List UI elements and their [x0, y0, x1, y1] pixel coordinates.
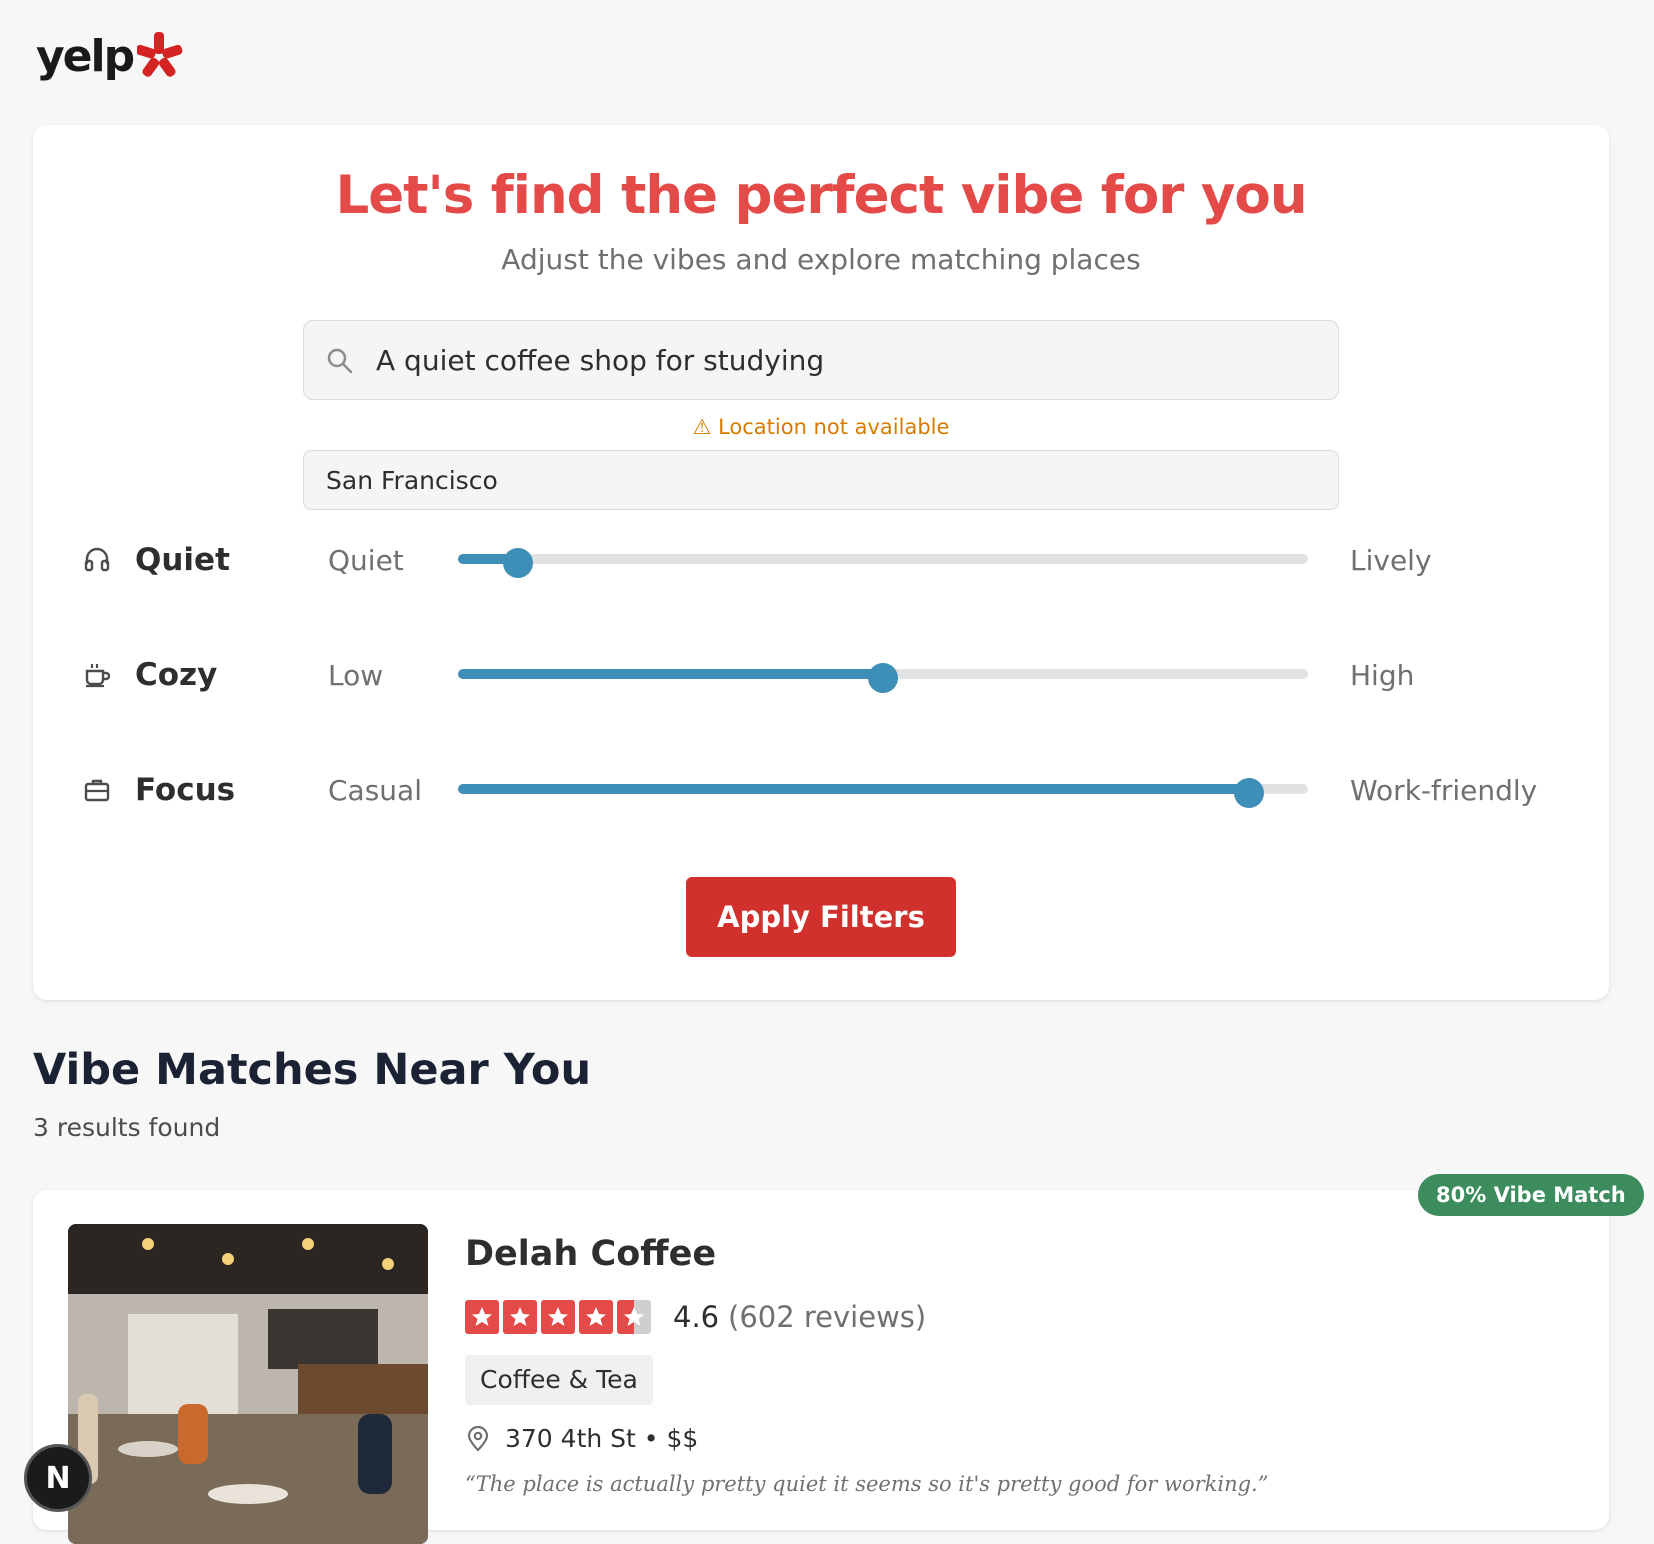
vibe-name: Quiet — [135, 542, 230, 578]
review-count[interactable]: (602 reviews) — [728, 1300, 926, 1334]
vibe-name: Cozy — [135, 657, 218, 693]
city-input[interactable] — [326, 451, 1316, 509]
slider-fill — [458, 669, 883, 679]
search-box[interactable] — [303, 320, 1339, 400]
page-title: Let's find the perfect vibe for you — [335, 165, 1307, 226]
vibe-low-label: Low — [328, 659, 384, 692]
category-tag[interactable]: Coffee & Tea — [465, 1355, 653, 1405]
vibe-name: Focus — [135, 772, 236, 808]
page-subtitle: Adjust the vibes and explore matching pl… — [501, 243, 1141, 276]
slider-thumb[interactable] — [1233, 778, 1264, 808]
results-count: 3 results found — [33, 1113, 221, 1142]
result-card[interactable]: Delah Coffee 4.6 (602 reviews) Coffee & … — [33, 1190, 1609, 1544]
vibe-row-focus: Focus Casual Work-friendly — [33, 760, 1609, 820]
cozy-slider[interactable] — [458, 663, 1308, 693]
star-icon — [503, 1300, 537, 1334]
headphones-icon — [84, 547, 110, 572]
city-box[interactable] — [303, 450, 1339, 510]
business-name[interactable]: Delah Coffee — [465, 1234, 716, 1274]
dev-tools-badge[interactable]: N — [24, 1444, 92, 1512]
vibe-low-label: Quiet — [328, 544, 404, 577]
review-snippet: “The place is actually pretty quiet it s… — [465, 1472, 1269, 1496]
coffee-cup-icon — [85, 664, 111, 688]
vibe-row-cozy: Cozy Low High — [33, 645, 1609, 705]
yelp-logo[interactable]: yelp — [36, 30, 183, 82]
location-warning: ⚠ Location not available — [692, 415, 950, 439]
yelp-burst-icon — [137, 32, 183, 77]
vibe-high-label: Work-friendly — [1350, 774, 1538, 807]
focus-slider[interactable] — [458, 778, 1308, 808]
business-photo[interactable] — [68, 1224, 428, 1544]
slider-thumb[interactable] — [502, 548, 533, 578]
location-pin-icon — [467, 1425, 489, 1452]
vibe-filter-card: Let's find the perfect vibe for you Adju… — [33, 125, 1609, 1000]
vibe-row-quiet: Quiet Quiet Lively — [33, 530, 1609, 590]
star-icon — [579, 1300, 613, 1334]
rating-value: 4.6 — [673, 1300, 720, 1334]
vibe-match-badge: 80% Vibe Match — [1418, 1174, 1644, 1216]
vibe-high-label: Lively — [1350, 544, 1432, 577]
logo-wordmark: yelp — [36, 30, 135, 82]
address-row: 370 4th St • $$ — [465, 1424, 698, 1453]
vibe-low-label: Casual — [328, 774, 422, 807]
briefcase-icon — [84, 779, 110, 802]
quiet-slider[interactable] — [458, 548, 1308, 578]
slider-thumb[interactable] — [868, 663, 898, 693]
star-icon — [541, 1300, 575, 1334]
search-icon — [327, 348, 353, 374]
cafe-interior-image — [68, 1224, 428, 1544]
slider-fill — [458, 784, 1249, 794]
apply-filters-button[interactable]: Apply Filters — [686, 877, 956, 957]
vibe-high-label: High — [1350, 659, 1415, 692]
search-input[interactable] — [376, 321, 1316, 399]
half-star-icon — [617, 1300, 651, 1334]
results-title: Vibe Matches Near You — [33, 1045, 592, 1095]
address-text: 370 4th St • $$ — [505, 1424, 699, 1453]
star-icon — [465, 1300, 499, 1334]
star-rating — [465, 1300, 651, 1334]
